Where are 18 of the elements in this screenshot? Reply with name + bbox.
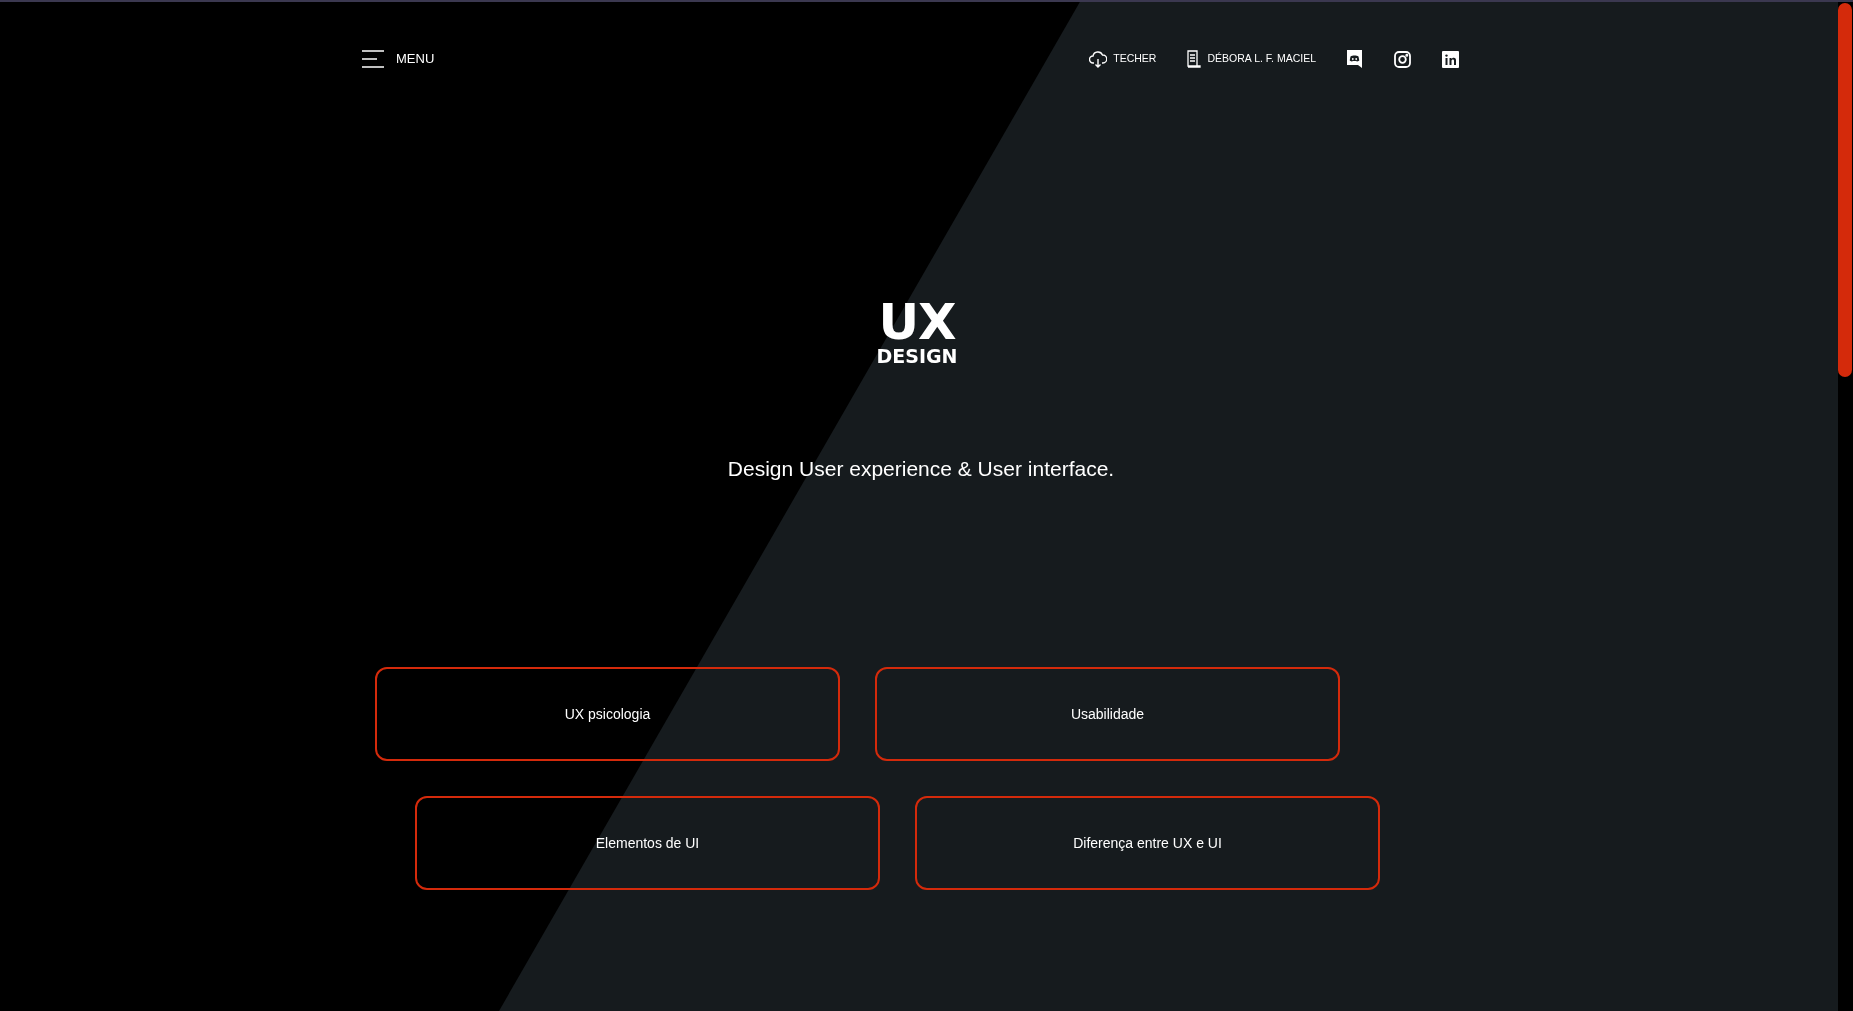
instagram-icon	[1394, 50, 1411, 68]
discord-icon	[1346, 50, 1363, 68]
social-link[interactable]	[1394, 50, 1411, 68]
scrollbar-thumb[interactable]	[1838, 3, 1852, 377]
cloud-download-icon	[1089, 50, 1108, 68]
nav-link[interactable]: TECHER	[1089, 50, 1157, 68]
topic-card[interactable]: Usabilidade	[875, 667, 1340, 761]
logo-subtitle: DESIGN	[876, 345, 958, 367]
document-icon	[1186, 50, 1202, 68]
topic-card[interactable]: UX psicologia	[375, 667, 840, 761]
social-link[interactable]	[1346, 50, 1363, 68]
menu-icon	[362, 50, 384, 68]
topic-card[interactable]: Elementos de UI	[415, 796, 880, 890]
topic-card[interactable]: Diferença entre UX e UI	[915, 796, 1380, 890]
logo-title: UX	[878, 297, 956, 347]
tagline: Design User experience & User interface.	[727, 456, 1115, 482]
menu-button[interactable]: MENU	[362, 49, 435, 69]
nav-link[interactable]: DÉBORA L. F. MACIEL	[1186, 50, 1316, 68]
